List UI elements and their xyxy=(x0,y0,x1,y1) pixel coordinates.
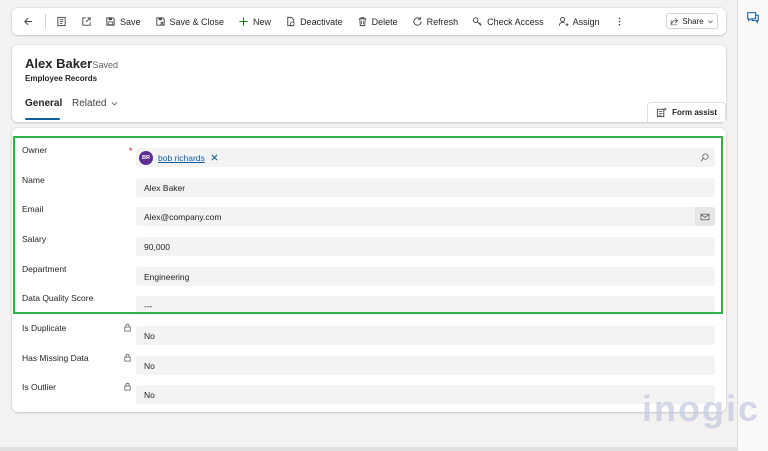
more-commands-button[interactable] xyxy=(614,8,625,35)
share-button[interactable]: Share xyxy=(666,13,718,29)
share-label: Share xyxy=(682,16,704,26)
refresh-button[interactable]: Refresh xyxy=(412,8,459,35)
field-row-is-outlier: Is Outlier No xyxy=(12,382,726,407)
save-icon xyxy=(106,17,115,26)
back-arrow-icon xyxy=(24,17,33,26)
email-label: Email xyxy=(22,204,44,214)
is-outlier-label: Is Outlier xyxy=(22,382,57,392)
owner-lookup-field[interactable]: BR bob richards xyxy=(136,148,715,167)
inogic-watermark: inogic xyxy=(642,388,760,429)
search-icon[interactable] xyxy=(700,153,709,162)
refresh-label: Refresh xyxy=(426,16,459,27)
delete-button[interactable]: Delete xyxy=(357,8,398,35)
required-indicator: * xyxy=(129,146,133,156)
is-duplicate-label: Is Duplicate xyxy=(22,323,67,333)
deactivate-document-icon xyxy=(287,16,295,27)
deactivate-label: Deactivate xyxy=(300,16,343,27)
owner-label: Owner xyxy=(22,145,48,155)
record-set-button[interactable] xyxy=(56,8,67,35)
chevron-down-icon xyxy=(707,19,713,23)
command-bar: Save Save & Close New Deactivate Delete … xyxy=(12,8,726,35)
save-close-icon xyxy=(155,17,165,26)
lock-icon xyxy=(124,353,131,362)
save-label: Save xyxy=(120,16,141,27)
form-assist-label: Form assist xyxy=(672,108,717,117)
clear-owner-icon[interactable] xyxy=(211,154,218,161)
form-assist-button[interactable]: Form assist xyxy=(647,102,726,122)
tab-related-label: Related xyxy=(72,98,107,109)
deactivate-button[interactable]: Deactivate xyxy=(285,8,343,35)
data-quality-score-label: Data Quality Score xyxy=(22,293,94,303)
field-row-has-missing-data: Has Missing Data No xyxy=(12,353,726,378)
field-row-department: Department Engineering xyxy=(12,264,726,289)
entity-name: Employee Records xyxy=(25,74,98,83)
bottom-strip xyxy=(0,447,738,451)
refresh-icon xyxy=(413,17,422,26)
back-button[interactable] xyxy=(23,8,34,35)
open-in-new-window-icon xyxy=(82,17,91,26)
form-assist-icon xyxy=(657,107,667,118)
owner-lookup-link[interactable]: bob richards xyxy=(158,153,205,163)
active-tab-indicator xyxy=(25,118,60,120)
person-assign-icon xyxy=(558,17,569,27)
document-list-icon xyxy=(57,16,66,27)
more-vertical-icon xyxy=(618,17,620,26)
record-header: Alex Baker - Saved Employee Records Gene… xyxy=(12,45,726,122)
general-form-section: Owner * BR bob richards Name Alex Baker … xyxy=(12,128,726,412)
tab-general-label: General xyxy=(25,98,63,109)
is-outlier-input: No xyxy=(136,385,715,404)
department-input[interactable]: Engineering xyxy=(136,267,715,286)
send-email-button[interactable] xyxy=(695,207,715,226)
tab-general[interactable]: General xyxy=(25,98,62,109)
assign-label: Assign xyxy=(572,16,600,27)
save-close-label: Save & Close xyxy=(169,16,225,27)
record-title: Alex Baker xyxy=(25,56,93,71)
field-row-is-duplicate: Is Duplicate No xyxy=(12,323,726,348)
avatar: BR xyxy=(139,150,153,165)
assign-button[interactable]: Assign xyxy=(558,8,600,35)
check-access-button[interactable]: Check Access xyxy=(472,8,544,35)
has-missing-data-input: No xyxy=(136,356,715,375)
open-new-window-button[interactable] xyxy=(81,8,92,35)
new-label: New xyxy=(253,16,272,27)
lock-icon xyxy=(124,382,131,391)
field-row-owner: Owner * BR bob richards xyxy=(12,145,726,170)
toolbar-divider xyxy=(45,14,46,29)
department-label: Department xyxy=(22,264,67,274)
email-input[interactable]: Alex@company.com xyxy=(136,207,715,226)
lock-icon xyxy=(124,323,131,332)
delete-label: Delete xyxy=(371,16,398,27)
right-side-pane xyxy=(737,0,768,451)
field-row-name: Name Alex Baker xyxy=(12,175,726,200)
trash-icon xyxy=(358,17,366,27)
save-button[interactable]: Save xyxy=(105,8,141,35)
new-button[interactable]: New xyxy=(238,8,271,35)
share-icon xyxy=(671,17,679,25)
has-missing-data-label: Has Missing Data xyxy=(22,353,89,363)
data-quality-score-input[interactable]: --- xyxy=(136,296,715,315)
save-and-close-button[interactable]: Save & Close xyxy=(155,8,225,35)
salary-input[interactable]: 90,000 xyxy=(136,237,715,256)
field-row-data-quality-score: Data Quality Score --- xyxy=(12,293,726,318)
field-row-salary: Salary 90,000 xyxy=(12,234,726,259)
save-status: - Saved xyxy=(87,60,119,70)
plus-icon xyxy=(239,17,248,26)
key-icon xyxy=(473,17,482,26)
copilot-chat-icon[interactable] xyxy=(746,10,760,24)
field-row-email: Email Alex@company.com xyxy=(12,204,726,229)
name-label: Name xyxy=(22,175,45,185)
email-value: Alex@company.com xyxy=(144,211,222,222)
chevron-down-icon xyxy=(112,102,118,106)
mail-icon xyxy=(700,213,710,220)
tab-related[interactable]: Related xyxy=(72,98,119,109)
salary-label: Salary xyxy=(22,234,47,244)
check-access-label: Check Access xyxy=(487,16,544,27)
is-duplicate-input: No xyxy=(136,326,715,345)
name-input[interactable]: Alex Baker xyxy=(136,178,715,197)
